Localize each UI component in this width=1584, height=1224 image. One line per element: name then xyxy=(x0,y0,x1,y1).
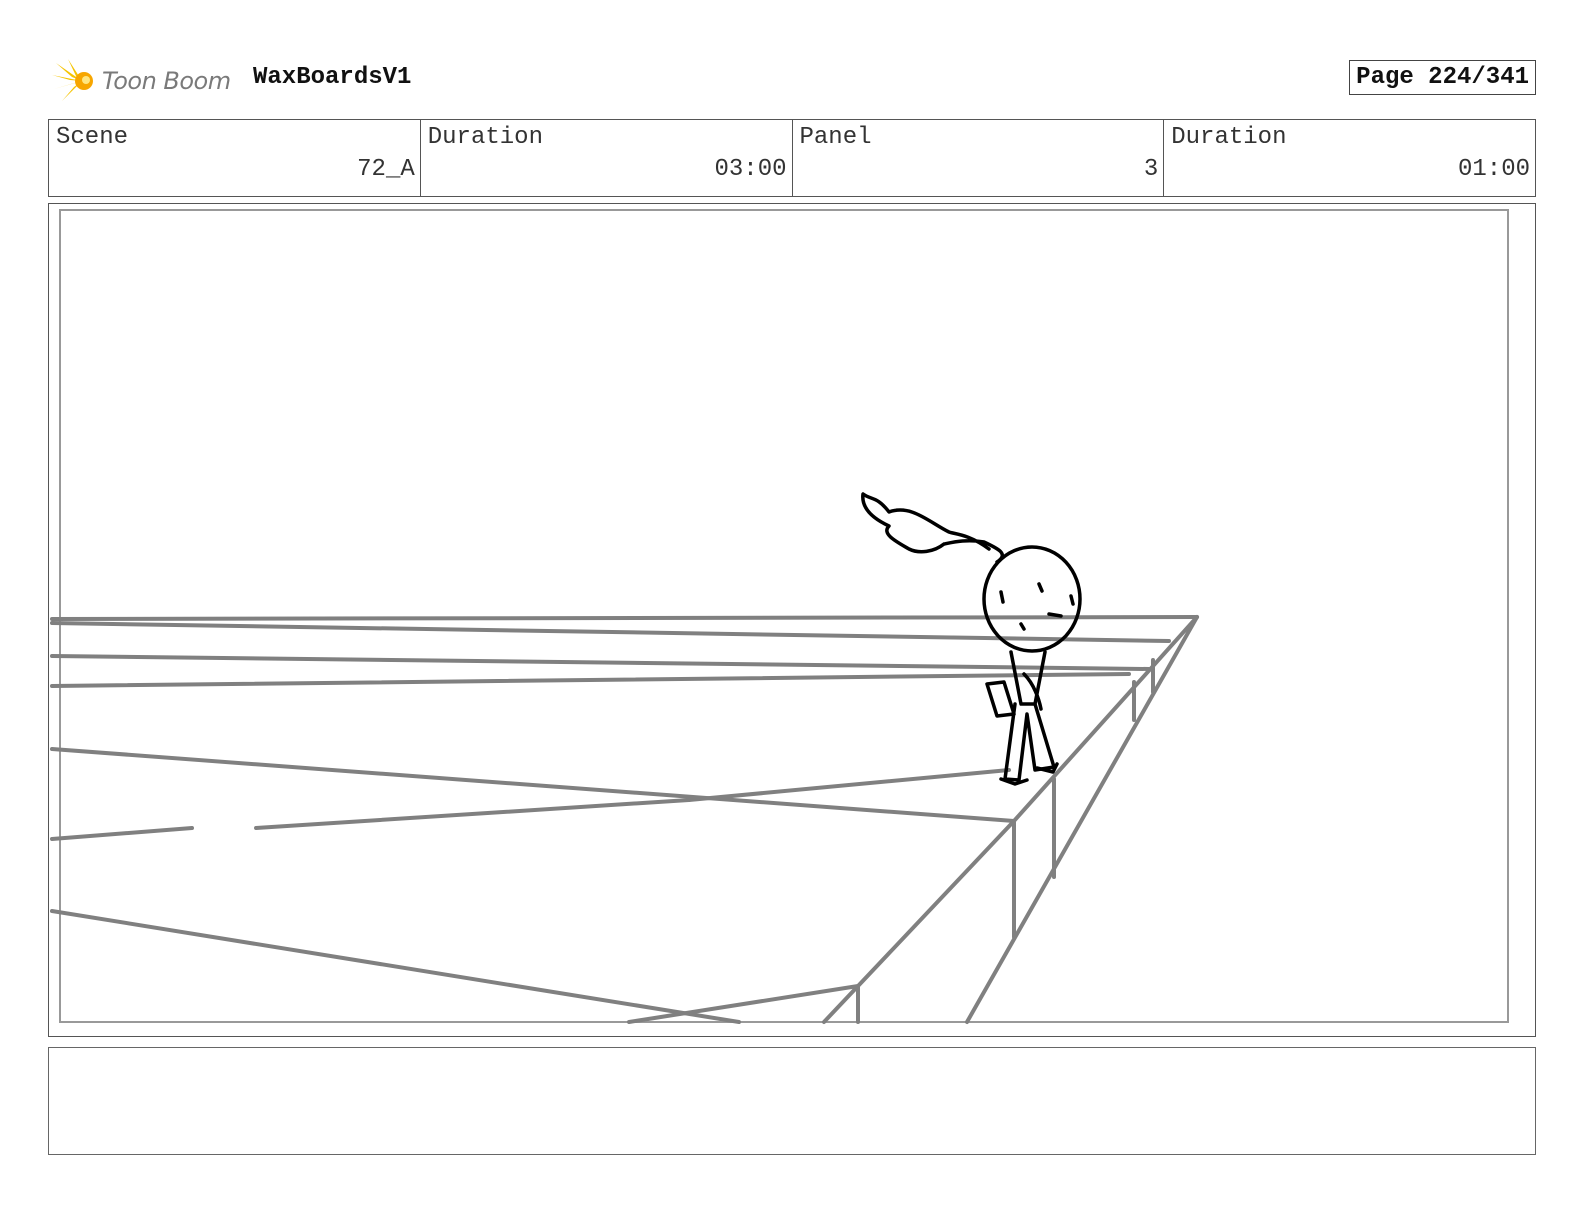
panel-cell: Panel 3 xyxy=(793,120,1165,196)
toon-boom-logo: Toon Boom xyxy=(52,56,231,106)
scene-duration-value: 03:00 xyxy=(714,156,787,183)
notes-area xyxy=(48,1047,1536,1155)
scene-duration-cell: Duration 03:00 xyxy=(421,120,793,196)
project-title: WaxBoardsV1 xyxy=(253,64,412,91)
panel-value: 3 xyxy=(1143,156,1159,183)
panel-label: Panel xyxy=(799,124,872,151)
starburst-icon xyxy=(52,59,93,101)
scene-cell: Scene 72_A xyxy=(49,120,421,196)
storyboard-frame xyxy=(48,203,1536,1037)
panel-duration-label: Duration xyxy=(1171,124,1287,151)
scene-value: 72_A xyxy=(357,156,415,183)
scene-label: Scene xyxy=(56,124,129,151)
character-legs xyxy=(1003,702,1056,782)
panel-duration-cell: Duration 01:00 xyxy=(1164,120,1535,196)
panel-duration-value: 01:00 xyxy=(1457,156,1530,183)
page-header: Toon Boom WaxBoardsV1 Page 224/341 xyxy=(48,56,1536,106)
character-hair xyxy=(861,492,1004,564)
page-number: Page 224/341 xyxy=(1349,60,1536,95)
logo-text: Toon Boom xyxy=(102,67,231,95)
panel-info-bar: Scene 72_A Duration 03:00 Panel 3 Durati… xyxy=(48,119,1536,197)
character-bag xyxy=(985,680,1016,718)
scene-duration-label: Duration xyxy=(427,124,543,151)
panel-drawing xyxy=(50,209,1509,1024)
